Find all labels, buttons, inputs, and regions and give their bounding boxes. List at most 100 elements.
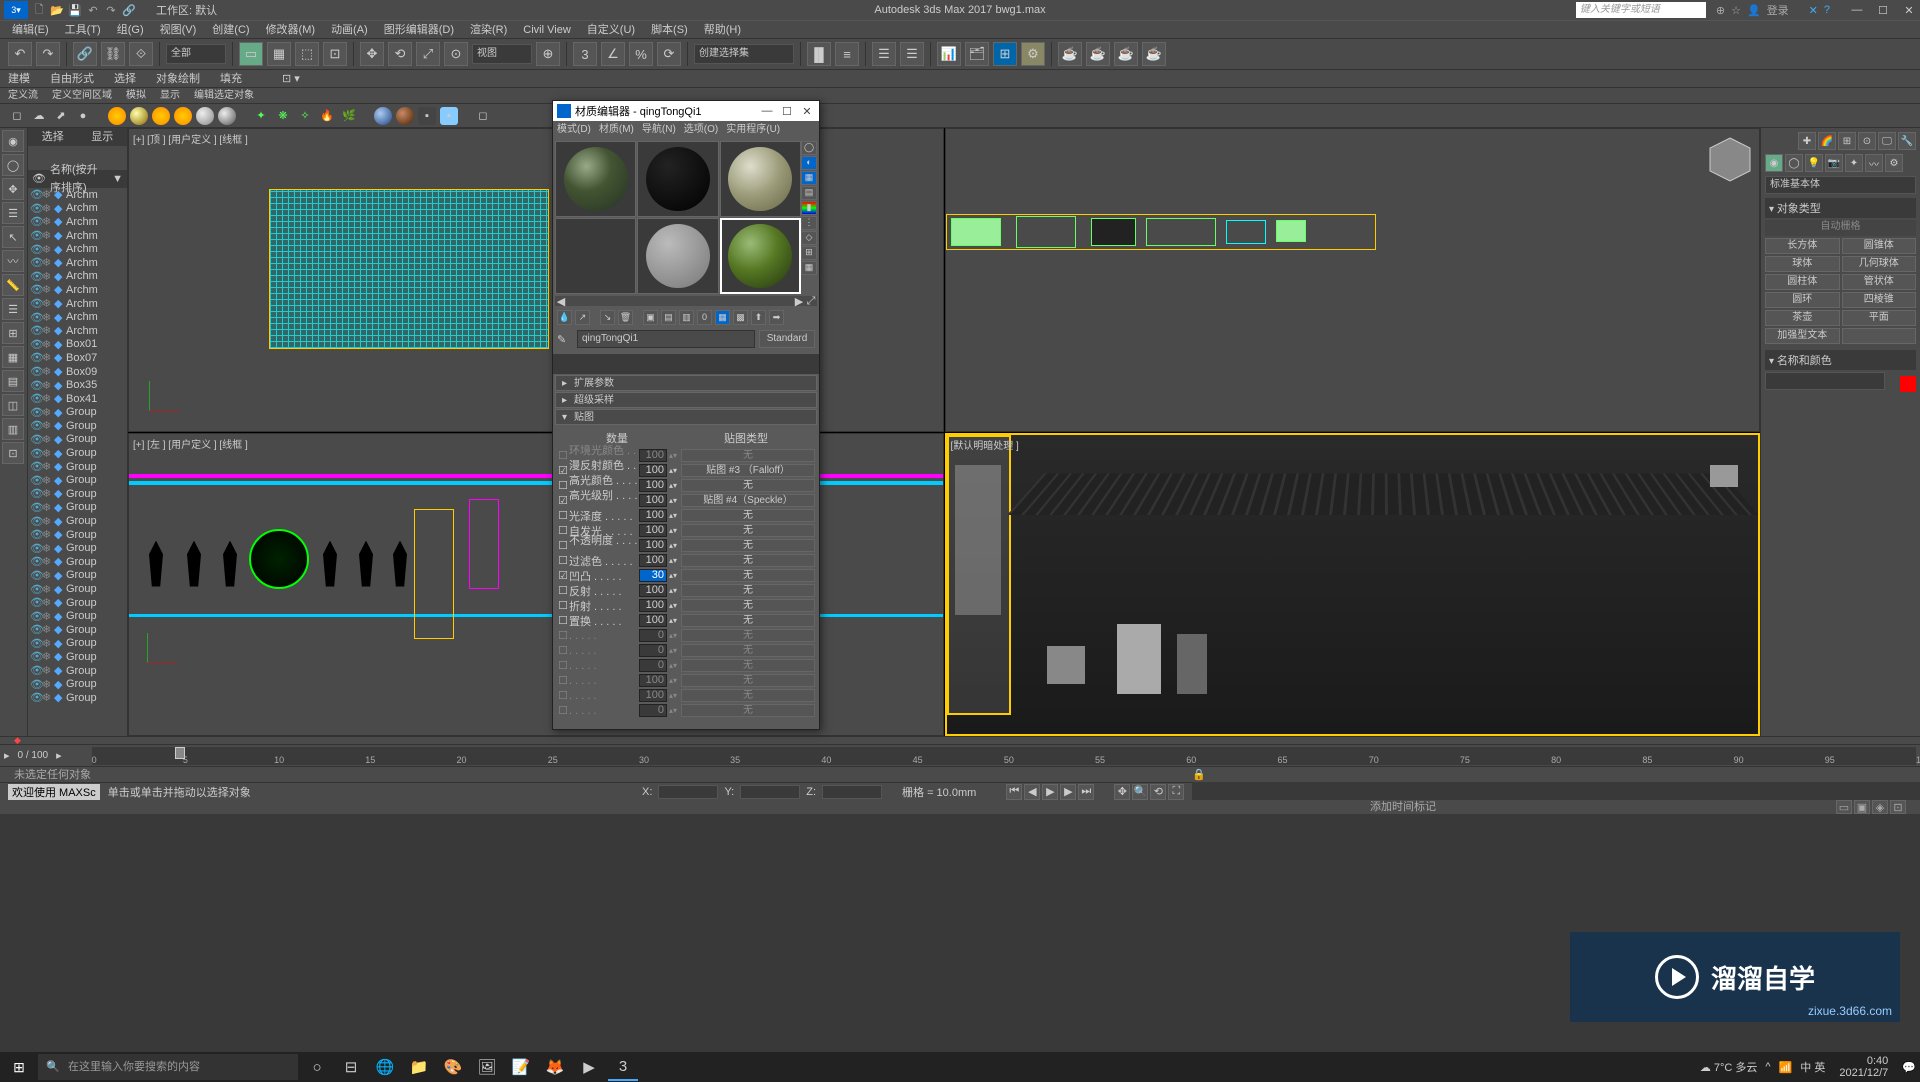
task-media-icon[interactable]: ▶ [574,1053,604,1081]
primitive-button[interactable]: 几何球体 [1842,256,1917,272]
map-amount-input[interactable]: 100 [639,614,667,627]
nav-pan-icon[interactable]: ✥ [1114,784,1130,800]
ribbon-tab-paint[interactable]: 对象绘制 [156,70,200,87]
link-button[interactable]: 🔗 [73,42,97,66]
scene-item[interactable]: 👁❄◆Box01 [28,338,127,352]
scene-item[interactable]: 👁❄◆Archm [28,229,127,243]
map-slot-button[interactable]: 无 [681,449,815,462]
viewport-top-label[interactable]: [+] [顶 ] [用户定义 ] [线框 ] [133,131,248,146]
cp-tab-create-icon[interactable]: ✚ [1798,132,1816,150]
map-amount-input[interactable]: 100 [639,674,667,687]
menu-modifiers[interactable]: 修改器(M) [258,21,324,38]
scene-item[interactable]: 👁❄◆Box35 [28,378,127,392]
primitive-button[interactable]: 四棱锥 [1842,292,1917,308]
scene-item[interactable]: 👁❄◆Archm [28,188,127,202]
scene-item[interactable]: 👁❄◆Group [28,473,127,487]
dark-tile-icon[interactable]: ▪ [418,107,436,125]
map-checkbox[interactable]: ☐ [557,584,569,597]
map-spinner-icon[interactable]: ▴▾ [669,571,677,580]
track-toggle-icon[interactable]: ▸ [4,749,10,762]
primitive-button[interactable]: 球体 [1765,256,1840,272]
lt-8[interactable]: ☰ [2,298,24,320]
map-slot-button[interactable]: 无 [681,509,815,522]
ribbon-sub-4[interactable]: 编辑选定对象 [194,88,254,103]
menu-customize[interactable]: 自定义(U) [579,21,643,38]
scene-item[interactable]: 👁❄◆Archm [28,297,127,311]
tray-weather[interactable]: ☁ 7°C 多云 [1700,1059,1758,1075]
mt-options-icon[interactable]: ⋮ [801,216,817,230]
map-slot-button[interactable]: 无 [681,554,815,567]
chrome-ball-icon[interactable] [374,107,392,125]
tray-clock[interactable]: 0:402021/12/7 [1833,1055,1894,1079]
map-slot-button[interactable]: 无 [681,614,815,627]
volume-icon[interactable]: ✧ [296,107,314,125]
maxscript-welcome[interactable]: 欢迎使用 MAXSc [8,784,100,800]
scene-item[interactable]: 👁❄◆Archm [28,202,127,216]
start-button[interactable]: ⊞ [4,1053,34,1081]
anim-goto-end-icon[interactable]: ⏭ [1078,784,1094,800]
cp-name-input[interactable] [1765,372,1885,390]
mt-eyedropper-icon[interactable]: ✎ [557,333,573,346]
scene-item[interactable]: 👁❄◆Group [28,609,127,623]
lt-4[interactable]: ☰ [2,202,24,224]
anim-play-icon[interactable]: ▶ [1042,784,1058,800]
nav2-4-icon[interactable]: ⊡ [1890,800,1906,814]
matdlg-minimize-button[interactable]: — [759,105,775,117]
map-slot-button[interactable]: 无 [681,479,815,492]
lt-9[interactable]: ⊞ [2,322,24,344]
arrow-icon[interactable]: ⬈ [52,107,70,125]
primitive-button[interactable] [1842,328,1917,344]
viewcube-icon[interactable] [1705,133,1755,183]
scene-item[interactable]: 👁❄◆Group [28,623,127,637]
cp-tab-motion-icon[interactable]: ⊙ [1858,132,1876,150]
scene-item[interactable]: 👁❄◆Box09 [28,365,127,379]
viewport-left[interactable]: [+] [左 ] [用户定义 ] [线框 ] [128,433,944,737]
pivot-button[interactable]: ⊕ [536,42,560,66]
dot-icon[interactable]: ● [74,107,92,125]
map-slot-button[interactable]: 无 [681,674,815,687]
cube-icon[interactable]: ◻ [8,107,26,125]
coord-y-input[interactable] [740,785,800,799]
scene-item[interactable]: 👁❄◆Archm [28,283,127,297]
map-amount-input[interactable]: 100 [639,464,667,477]
map-slot-button[interactable]: 无 [681,599,815,612]
sky-light-icon[interactable] [196,107,214,125]
mt-go-sibling-icon[interactable]: ➡ [769,310,784,325]
mt-uv-icon[interactable]: ▤ [801,186,817,200]
scene-item[interactable]: 👁❄◆Group [28,541,127,555]
mt-show-end-icon[interactable]: ▩ [733,310,748,325]
cp-cat-systems-icon[interactable]: ⚙ [1885,154,1903,172]
qat-open-icon[interactable]: 📂 [50,3,64,17]
lt-1[interactable]: ◉ [2,130,24,152]
mirror-button[interactable]: ▐▌ [807,42,831,66]
coord-x-input[interactable] [658,785,718,799]
cp-cat-geometry-icon[interactable]: ◉ [1765,154,1783,172]
viewport-persp-label[interactable]: [默认明暗处理 ] [951,437,1019,452]
map-checkbox[interactable]: ☐ [557,509,569,522]
scene-item[interactable]: 👁❄◆Group [28,419,127,433]
mt-reset-icon[interactable]: 🗑 [618,310,633,325]
login-link[interactable]: 登录 [1767,2,1789,18]
scene-item[interactable]: 👁❄◆Archm [28,215,127,229]
menu-tools[interactable]: 工具(T) [57,21,109,38]
task-cortana-icon[interactable]: ○ [302,1053,332,1081]
scene-item[interactable]: 👁❄◆Group [28,637,127,651]
timeline-right-icon[interactable]: ▸ [56,749,62,762]
map-checkbox[interactable]: ☐ [557,689,569,702]
scene-item[interactable]: 👁❄◆Box07 [28,351,127,365]
help-icon[interactable]: ? [1824,4,1830,16]
nav2-1-icon[interactable]: ▭ [1836,800,1852,814]
map-slot-button[interactable]: 无 [681,524,815,537]
menu-help[interactable]: 帮助(H) [696,21,749,38]
matdlg-menu-navigate[interactable]: 导航(N) [642,121,676,139]
map-spinner-icon[interactable]: ▴▾ [669,541,677,550]
scene-item[interactable]: 👁❄◆Archm [28,310,127,324]
ribbon-tab-modeling[interactable]: 建模 [8,70,30,87]
map-spinner-icon[interactable]: ▴▾ [669,556,677,565]
lt-11[interactable]: ▤ [2,370,24,392]
map-amount-input[interactable]: 30 [639,569,667,582]
qat-link-icon[interactable]: 🔗 [122,3,136,17]
ribbon-sub-0[interactable]: 定义流 [8,88,38,103]
filter-dropdown[interactable]: 全部 [166,44,226,64]
task-explorer-icon[interactable]: 📁 [404,1053,434,1081]
